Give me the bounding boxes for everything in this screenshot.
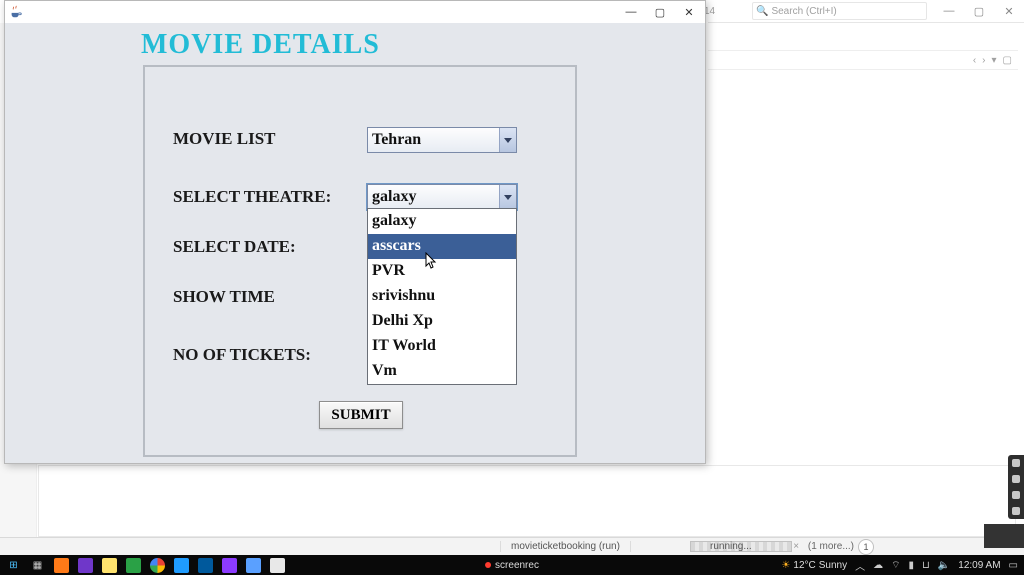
weather-text: Sunny <box>819 560 847 571</box>
java-close-button[interactable]: ✕ <box>675 3 703 21</box>
ide-close-button[interactable]: ✕ <box>994 0 1024 22</box>
cloud-icon[interactable]: ☁ <box>873 560 883 571</box>
mouse-cursor-icon <box>425 252 439 270</box>
app-icon[interactable] <box>222 558 237 573</box>
movie-list-combo[interactable]: Tehran <box>367 127 517 153</box>
theatre-combo-value: galaxy <box>368 188 499 206</box>
submit-button[interactable]: SUBMIT <box>319 401 403 429</box>
search-icon: 🔍 <box>756 6 768 17</box>
wifi-icon[interactable]: ⊔ <box>922 560 930 571</box>
chevron-down-icon <box>499 185 516 209</box>
status-more-text: (1 more...) <box>808 541 854 552</box>
battery-icon[interactable]: ▮ <box>909 560 915 571</box>
label-date: SELECT DATE: <box>173 237 296 257</box>
theatre-dropdown-list[interactable]: galaxy asscars PVR srivishnu Delhi Xp IT… <box>367 208 517 385</box>
java-titlebar[interactable]: — ▢ ✕ <box>5 1 705 24</box>
status-more[interactable]: × (1 more...) <box>793 541 854 552</box>
ide-minimize-button[interactable]: — <box>934 0 964 22</box>
theatre-option[interactable]: srivishnu <box>368 284 516 309</box>
screenrec-label[interactable]: screenrec <box>495 560 539 571</box>
ide-window-controls: — ▢ ✕ <box>934 0 1024 22</box>
nav-dropdown-icon[interactable]: ▾ <box>992 55 997 66</box>
screenrec-gear-icon <box>1012 507 1020 515</box>
start-menu-icon[interactable]: ⊞ <box>6 558 21 573</box>
taskbar-pinned-apps: ⊞ ▦ <box>0 558 285 573</box>
bluetooth-icon[interactable]: ⌔ <box>891 559 900 572</box>
edge-icon[interactable] <box>174 558 189 573</box>
java-app-icon[interactable] <box>270 558 285 573</box>
notifications-icon[interactable]: ▭ <box>1009 560 1018 571</box>
status-more-close-icon[interactable]: × <box>793 541 799 552</box>
weather-temp: 12°C <box>793 560 815 571</box>
java-window: — ▢ ✕ MOVIE DETAILS MOVIE LIST SELECT TH… <box>4 0 706 464</box>
theatre-option[interactable]: Delhi Xp <box>368 309 516 334</box>
taskbar-systray: ☀ 12°C Sunny ︿ ☁ ⌔ ▮ ⊔ 🔈 12:09 AM ▭ <box>781 558 1018 573</box>
ide-maximize-button[interactable]: ▢ <box>964 0 994 22</box>
java-window-body: MOVIE DETAILS MOVIE LIST SELECT THEATRE:… <box>5 23 705 463</box>
theatre-option[interactable]: Vm <box>368 359 516 384</box>
status-running: running... <box>700 541 762 552</box>
screenrec-cam-icon <box>1012 475 1020 483</box>
screenrec-side-panel[interactable] <box>1008 455 1024 519</box>
label-theatre: SELECT THEATRE: <box>173 187 331 207</box>
submit-button-label: SUBMIT <box>331 407 390 424</box>
theatre-option[interactable]: PVR <box>368 259 516 284</box>
netbeans-icon[interactable] <box>246 558 261 573</box>
windows-taskbar[interactable]: ⊞ ▦ screenrec ☀ 12°C Sunny ︿ ☁ ⌔ ▮ ⊔ 🔈 1… <box>0 555 1024 575</box>
sun-icon: ☀ <box>781 560 790 571</box>
ide-search-placeholder: Search (Ctrl+I) <box>771 6 836 17</box>
volume-icon[interactable]: 🔈 <box>938 560 950 571</box>
theatre-option[interactable]: asscars <box>368 234 516 259</box>
firefox-icon[interactable] <box>54 558 69 573</box>
label-show-time: SHOW TIME <box>173 287 275 307</box>
movie-list-value: Tehran <box>368 131 499 149</box>
label-tickets: NO OF TICKETS: <box>173 345 311 365</box>
ide-search-input[interactable]: 🔍 Search (Ctrl+I) <box>752 2 927 20</box>
chevron-down-icon <box>499 128 516 152</box>
nav-back-icon[interactable]: ‹ <box>973 55 976 66</box>
app-icon[interactable] <box>198 558 213 573</box>
record-dot-icon <box>485 562 491 568</box>
task-view-icon[interactable]: ▦ <box>30 558 45 573</box>
java-cup-icon <box>9 5 23 19</box>
java-maximize-button[interactable]: ▢ <box>646 3 674 21</box>
taskbar-center: screenrec <box>485 560 539 571</box>
explorer-icon[interactable] <box>102 558 117 573</box>
app-icon[interactable] <box>78 558 93 573</box>
ide-editor-area <box>38 465 1016 537</box>
chrome-icon[interactable] <box>150 558 165 573</box>
weather-widget[interactable]: ☀ 12°C Sunny <box>781 560 847 571</box>
ide-status-bar: movieticketbooking (run) running... × (1… <box>0 537 1024 555</box>
movie-details-form: MOVIE LIST SELECT THEATRE: SELECT DATE: … <box>143 65 577 457</box>
screenrec-stop-icon <box>1012 491 1020 499</box>
ide-editor-toolbar: ‹ › ▾ ▢ <box>708 50 1018 70</box>
screenrec-dot-icon <box>1012 459 1020 467</box>
theatre-option[interactable]: galaxy <box>368 209 516 234</box>
java-minimize-button[interactable]: — <box>617 3 645 21</box>
clock[interactable]: 12:09 AM <box>958 560 1000 571</box>
theatre-option[interactable]: IT World <box>368 334 516 359</box>
page-title: MOVIE DETAILS <box>141 29 380 61</box>
app-icon[interactable] <box>126 558 141 573</box>
decode-watermark <box>984 524 1024 548</box>
status-project: movieticketbooking (run) <box>500 541 631 552</box>
chevron-up-icon[interactable]: ︿ <box>855 558 865 573</box>
label-movie-list: MOVIE LIST <box>173 129 276 149</box>
nav-forward-icon[interactable]: › <box>982 55 985 66</box>
nav-box-icon[interactable]: ▢ <box>1003 55 1012 66</box>
theatre-combo[interactable]: galaxy <box>367 184 517 210</box>
status-notifications[interactable]: 1 <box>858 539 874 555</box>
